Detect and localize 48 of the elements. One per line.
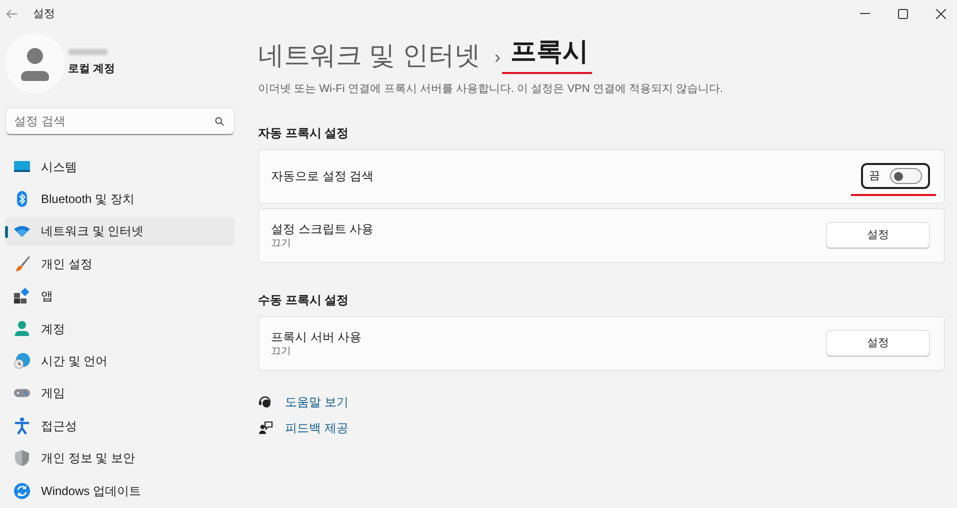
feedback-icon bbox=[258, 420, 273, 435]
apps-icon bbox=[13, 287, 31, 306]
sidebar-item[interactable]: 게임 bbox=[5, 378, 235, 408]
back-arrow-icon[interactable] bbox=[6, 9, 18, 19]
search-icon bbox=[215, 117, 224, 126]
setting-title: 프록시 서버 사용 bbox=[271, 328, 363, 346]
section-heading: 수동 프록시 설정 bbox=[258, 292, 350, 308]
sidebar-item[interactable]: 앱 bbox=[5, 282, 235, 311]
person-icon bbox=[13, 320, 31, 338]
accessibility-icon bbox=[13, 416, 31, 435]
selection-indicator bbox=[5, 226, 8, 238]
setting-title: 자동으로 설정 검색 bbox=[271, 168, 375, 185]
sidebar-item[interactable]: 계정 bbox=[5, 314, 235, 344]
sidebar-item[interactable]: 개인 설정 bbox=[5, 249, 235, 279]
close-icon[interactable] bbox=[936, 9, 946, 19]
sidebar-item[interactable]: 시스템 bbox=[5, 152, 235, 182]
sidebar-item[interactable]: 네트워크 및 인터넷 bbox=[5, 216, 235, 246]
toggle-state-label: 끔 bbox=[869, 168, 880, 184]
sidebar-item[interactable]: 시간 및 언어 bbox=[5, 346, 235, 376]
account-type: 로컬 계정 bbox=[68, 62, 116, 77]
search-field[interactable]: 설정 검색 bbox=[6, 108, 234, 135]
setting-status: 끄기 bbox=[271, 346, 292, 358]
refresh-icon bbox=[13, 482, 31, 500]
page-description: 이더넷 또는 Wi-Fi 연결에 프록시 서버를 사용합니다. 이 설정은 VPN 연결에 적용되지 않습니다. bbox=[258, 82, 724, 97]
settings-button[interactable]: 설정 bbox=[826, 330, 930, 356]
paintbrush-icon bbox=[13, 254, 31, 273]
breadcrumb-parent[interactable]: 네트워크 및 인터넷 bbox=[258, 42, 480, 68]
sidebar-item[interactable]: Windows 업데이트 bbox=[5, 476, 235, 506]
minimize-icon[interactable] bbox=[860, 13, 870, 15]
setting-status: 끄기 bbox=[271, 238, 292, 250]
section-heading: 자동 프록시 설정 bbox=[258, 124, 350, 142]
help-link[interactable]: 도움말 보기 bbox=[285, 392, 348, 410]
globe-clock-icon bbox=[13, 352, 31, 370]
maximize-icon[interactable] bbox=[898, 9, 908, 19]
sidebar-item[interactable]: Bluetooth 및 장치 bbox=[5, 184, 235, 214]
avatar-icon bbox=[5, 33, 65, 93]
blurred-username bbox=[68, 48, 108, 55]
help-link[interactable]: 피드백 제공 bbox=[285, 418, 348, 436]
breadcrumb-separator: › bbox=[494, 48, 500, 68]
help-headset-icon bbox=[258, 394, 273, 409]
page-title: 프록시 bbox=[510, 36, 588, 66]
sidebar-item[interactable]: 개인 정보 및 보안 bbox=[5, 444, 235, 473]
setting-title: 설정 스크립트 사용 bbox=[271, 220, 375, 238]
settings-button[interactable]: 설정 bbox=[826, 222, 930, 248]
shield-icon bbox=[13, 449, 31, 468]
window-title: 설정 bbox=[33, 6, 55, 22]
sidebar-item[interactable]: 접근성 bbox=[5, 411, 235, 441]
toggle-switch[interactable] bbox=[890, 168, 922, 184]
